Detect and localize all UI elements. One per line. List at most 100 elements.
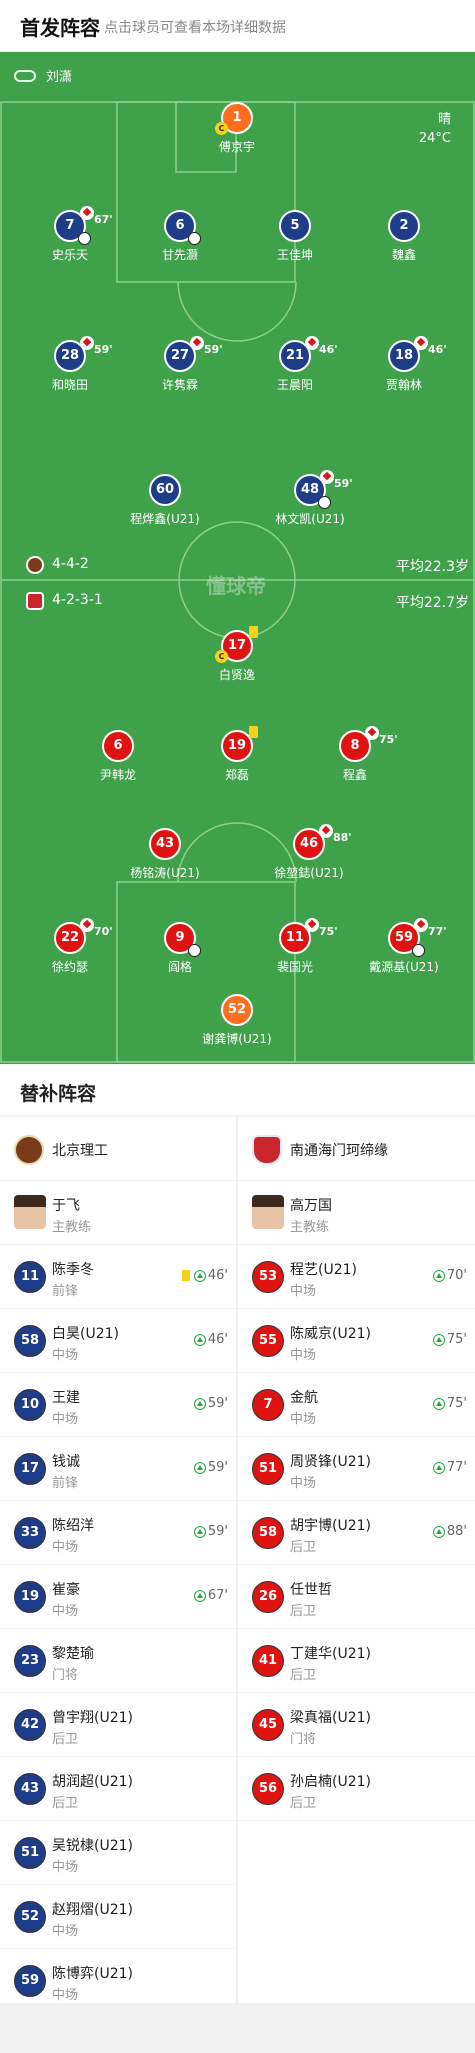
player-away-46[interactable]: 46 88' 徐堃鋕(U21) [259, 824, 359, 881]
player-home-28[interactable]: 28 59' 和晓田 [20, 336, 120, 393]
sub-in-minute: 59' [207, 1524, 228, 1539]
sub-in-time: 75' [432, 1396, 467, 1411]
player-away-9[interactable]: 9 阎格 [130, 922, 230, 975]
sub-player-number: 56 [252, 1773, 284, 1805]
sub-player-number: 51 [14, 1837, 46, 1869]
sub-player-name: 金航 [290, 1390, 318, 1406]
sub-player-name: 王建 [52, 1390, 80, 1406]
player-home-27[interactable]: 27 59' 许隽霖 [130, 336, 230, 393]
player-name: 程鑫 [342, 768, 367, 782]
home-team-head[interactable]: 北京理工 [0, 1117, 236, 1181]
player-away-6[interactable]: 6 尹韩龙 [68, 730, 168, 783]
player-away-22[interactable]: 22 70' 徐约瑟 [20, 918, 120, 975]
home-team-name: 北京理工 [52, 1143, 108, 1159]
home-team-emblem-icon [26, 556, 44, 574]
sub-player-row[interactable]: 58 白昊(U21) 中场 46' [0, 1309, 236, 1373]
sub-player-position: 后卫 [290, 1668, 317, 1683]
player-away-8[interactable]: 8 75' 程鑫 [305, 726, 405, 783]
sub-minute: 75' [379, 733, 398, 746]
home-team-logo-icon [14, 1135, 44, 1165]
sub-out-icon [305, 918, 319, 932]
sub-player-position: 中场 [290, 1412, 317, 1427]
sub-out-icon [305, 336, 319, 350]
sub-player-row[interactable]: 23 黎楚瑜 门将 [0, 1629, 236, 1693]
player-home-21[interactable]: 21 46' 王晨阳 [245, 336, 345, 393]
sub-player-row[interactable]: 58 胡宇博(U21) 后卫 88' [238, 1501, 475, 1565]
sub-player-row[interactable]: 56 孙启楠(U21) 后卫 [238, 1757, 475, 1821]
sub-player-name: 赵翔熠(U21) [52, 1902, 133, 1918]
sub-player-row[interactable]: 42 曾宇翔(U21) 后卫 [0, 1693, 236, 1757]
sub-player-number: 10 [14, 1389, 46, 1421]
sub-player-position: 后卫 [52, 1796, 79, 1811]
sub-in-icon [432, 1461, 445, 1474]
sub-player-row[interactable]: 41 丁建华(U21) 后卫 [238, 1629, 475, 1693]
sub-player-name: 曾宇翔(U21) [52, 1710, 133, 1726]
sub-player-row[interactable]: 51 周贤锋(U21) 中场 77' [238, 1437, 475, 1501]
away-coach[interactable]: 高万国 主教练 [238, 1181, 475, 1245]
player-away-19[interactable]: 19 郑磊 [187, 726, 287, 783]
sub-minute: 75' [319, 925, 338, 938]
sub-player-row[interactable]: 10 王建 中场 59' [0, 1373, 236, 1437]
sub-minute: 70' [94, 925, 113, 938]
home-coach[interactable]: 于飞 主教练 [0, 1181, 236, 1245]
away-avg-age: 平均22.7岁 [395, 595, 469, 611]
sub-minute: 77' [428, 925, 447, 938]
sub-player-row[interactable]: 17 钱诚 前锋 59' [0, 1437, 236, 1501]
sub-player-number: 53 [252, 1261, 284, 1293]
player-number: 17 C [215, 626, 258, 663]
pitch: 刘潇 晴 24°C 懂球帝 4-4-2 平均22.3岁 4-2-3-1 平均22… [0, 52, 475, 1064]
sub-player-row[interactable]: 43 胡润超(U21) 后卫 [0, 1757, 236, 1821]
sub-in-minute: 59' [207, 1460, 228, 1475]
sub-out-icon [80, 206, 94, 220]
player-number: 6 [102, 730, 134, 762]
sub-player-row[interactable]: 19 崔豪 中场 67' [0, 1565, 236, 1629]
sub-player-row[interactable]: 7 金航 中场 75' [238, 1373, 475, 1437]
sub-player-name: 丁建华(U21) [290, 1646, 371, 1662]
sub-player-number: 58 [14, 1325, 46, 1357]
sub-minute: 88' [333, 831, 352, 844]
sub-player-row[interactable]: 11 陈季冬 前锋 46' [0, 1245, 236, 1309]
sub-player-row[interactable]: 52 赵翔熠(U21) 中场 [0, 1885, 236, 1949]
sub-player-position: 中场 [52, 1348, 79, 1363]
player-away-59[interactable]: 59 77' 戴源基(U21) [354, 918, 454, 975]
sub-player-row[interactable]: 59 陈博弈(U21) 中场 [0, 1949, 236, 2013]
sub-in-time: 70' [432, 1268, 467, 1283]
sub-player-position: 前锋 [52, 1476, 79, 1491]
sub-out-icon [414, 918, 428, 932]
sub-player-row[interactable]: 33 陈绍洋 中场 59' [0, 1501, 236, 1565]
sub-player-row[interactable]: 26 任世哲 后卫 [238, 1565, 475, 1629]
sub-player-row[interactable]: 53 程艺(U21) 中场 70' [238, 1245, 475, 1309]
sub-in-icon [432, 1269, 445, 1282]
sub-in-icon [193, 1525, 206, 1538]
away-team-emblem-icon [26, 592, 44, 610]
sub-player-name: 程艺(U21) [290, 1262, 357, 1278]
player-home-5[interactable]: 5 王佳坤 [245, 210, 345, 263]
away-team-head[interactable]: 南通海门珂缔缘 [238, 1117, 475, 1181]
sub-minute: 46' [428, 343, 447, 356]
weather-condition: 晴 [437, 112, 451, 127]
player-home-48[interactable]: 48 59' 林文凯(U21) [260, 470, 360, 527]
player-home-18[interactable]: 18 46' 贾翰林 [354, 336, 454, 393]
player-name: 阎格 [167, 960, 192, 974]
player-number: 9 [164, 922, 201, 957]
player-home-2[interactable]: 2 魏鑫 [354, 210, 454, 263]
player-number: 27 59' [164, 336, 223, 372]
player-away-43[interactable]: 43 杨铭涛(U21) [115, 828, 215, 881]
player-home-1[interactable]: 1C 傅京宇 [187, 102, 287, 155]
player-home-7[interactable]: 7 67' 史乐天 [20, 206, 120, 263]
captain-icon: C [215, 650, 228, 663]
sub-minute: 46' [319, 343, 338, 356]
player-number: 59 77' [388, 918, 447, 957]
sub-in-minute: 46' [207, 1268, 228, 1283]
player-home-60[interactable]: 60 程烨鑫(U21) [115, 474, 215, 527]
player-away-52[interactable]: 52 谢龚博(U21) [187, 994, 287, 1047]
sub-in-time: 67' [193, 1588, 228, 1603]
sub-player-row[interactable]: 55 陈威京(U21) 中场 75' [238, 1309, 475, 1373]
sub-player-row[interactable]: 45 梁真福(U21) 门将 [238, 1693, 475, 1757]
player-away-11[interactable]: 11 75' 裴国光 [245, 918, 345, 975]
player-home-6[interactable]: 6 甘先灏 [130, 210, 230, 263]
player-away-17[interactable]: 17 C 白贤逸 [187, 626, 287, 683]
ball-icon [188, 232, 201, 245]
sub-player-row[interactable]: 51 吴锐棣(U21) 中场 [0, 1821, 236, 1885]
away-team-logo-icon [252, 1135, 282, 1165]
